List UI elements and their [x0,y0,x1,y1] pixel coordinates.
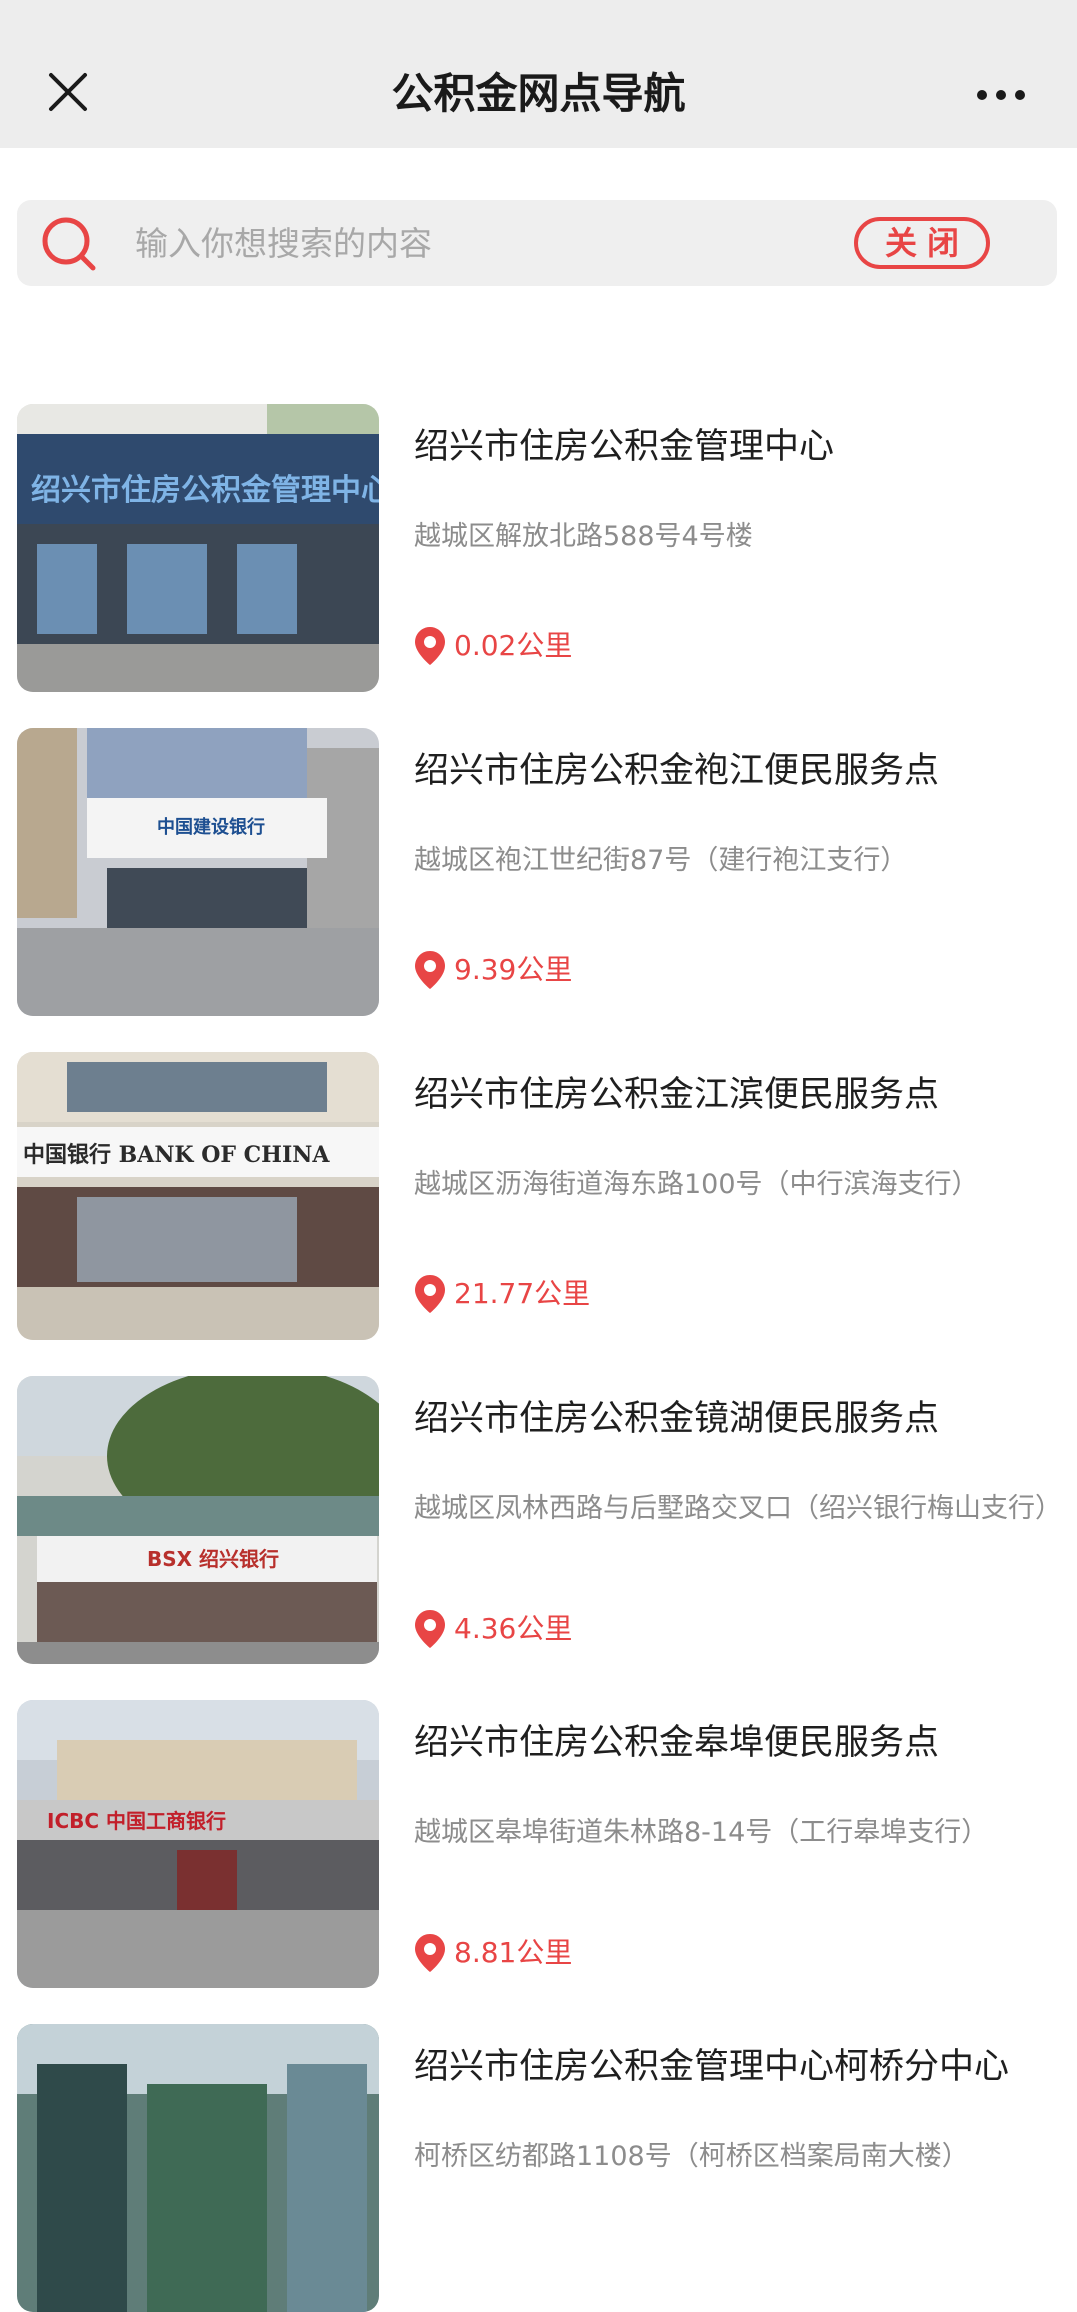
distance-text: 8.81公里 [454,1936,573,1969]
photo-sign-text: BSX 绍兴银行 [147,1547,279,1571]
branch-name: 绍兴市住房公积金镜湖便民服务点 [414,1399,940,1439]
list-item[interactable]: ICBC 中国工商银行 绍兴市住房公积金皋埠便民服务点 越城区皋埠街道朱林路8-… [0,1700,1077,1988]
branch-name: 绍兴市住房公积金江滨便民服务点 [414,1075,940,1115]
distance-text: 4.36公里 [454,1612,573,1645]
branch-name: 绍兴市住房公积金皋埠便民服务点 [414,1723,940,1763]
branch-name: 绍兴市住房公积金管理中心柯桥分中心 [414,2047,1010,2087]
photo-sign-text: 中国银行 BANK OF CHINA [23,1142,330,1168]
list-item[interactable]: 绍兴市住房公积金管理中心 绍兴市住房公积金管理中心 越城区解放北路588号4号楼… [0,404,1077,692]
branch-distance: 21.77公里 [414,1272,590,1316]
branch-address: 越城区袍江世纪街87号（建行袍江支行） [414,845,908,876]
branch-address: 越城区皋埠街道朱林路8-14号（工行皋埠支行） [414,1817,989,1848]
branch-photo: 中国银行 BANK OF CHINA [17,1052,379,1340]
branch-photo: 中国建设银行 [17,728,379,1016]
location-pin-icon [415,1610,445,1648]
location-pin-icon [415,627,445,665]
close-search-button[interactable]: 关闭 [854,217,990,269]
search-bar: 关闭 [17,200,1057,286]
photo-sign-text: 绍兴市住房公积金管理中心 [31,473,379,508]
page-title: 公积金网点导航 [391,69,686,118]
photo-sign-text: 中国建设银行 [157,816,265,838]
branch-name: 绍兴市住房公积金袍江便民服务点 [414,751,940,791]
branch-address: 柯桥区纺都路1108号（柯桥区档案局南大楼） [414,2141,969,2172]
distance-text: 21.77公里 [454,1277,591,1310]
location-pin-icon [415,1934,445,1972]
search-icon[interactable] [39,214,99,274]
list-item[interactable]: 中国银行 BANK OF CHINA 绍兴市住房公积金江滨便民服务点 越城区沥海… [0,1052,1077,1340]
location-pin-icon [415,951,445,989]
distance-text: 0.02公里 [454,629,573,662]
photo-sign-text: ICBC 中国工商银行 [47,1809,226,1833]
list-item[interactable]: 绍兴市住房公积金管理中心柯桥分中心 柯桥区纺都路1108号（柯桥区档案局南大楼） [0,2024,1077,2312]
branch-distance: 4.36公里 [414,1607,572,1651]
distance-text: 9.39公里 [454,953,573,986]
branch-distance: 0.02公里 [414,624,572,668]
list-item[interactable]: 中国建设银行 绍兴市住房公积金袍江便民服务点 越城区袍江世纪街87号（建行袍江支… [0,728,1077,1016]
branch-distance: 8.81公里 [414,1931,572,1975]
top-bar: 公积金网点导航 [0,0,1077,148]
more-button[interactable] [965,70,1037,120]
branch-name: 绍兴市住房公积金管理中心 [414,427,835,467]
branch-photo: BSX 绍兴银行 [17,1376,379,1664]
branch-photo [17,2024,379,2312]
branch-distance: 9.39公里 [414,948,572,992]
location-pin-icon [415,1275,445,1313]
branch-photo: 绍兴市住房公积金管理中心 [17,404,379,692]
list-item[interactable]: BSX 绍兴银行 绍兴市住房公积金镜湖便民服务点 越城区凤林西路与后墅路交叉口（… [0,1376,1077,1664]
branch-photo: ICBC 中国工商银行 [17,1700,379,1988]
branch-address: 越城区解放北路588号4号楼 [414,521,753,552]
search-input[interactable] [133,212,833,274]
branch-address: 越城区沥海街道海东路100号（中行滨海支行） [414,1169,979,1200]
branch-address: 越城区凤林西路与后墅路交叉口（绍兴银行梅山支行） [414,1493,1062,1524]
more-dots-icon [977,90,1025,100]
